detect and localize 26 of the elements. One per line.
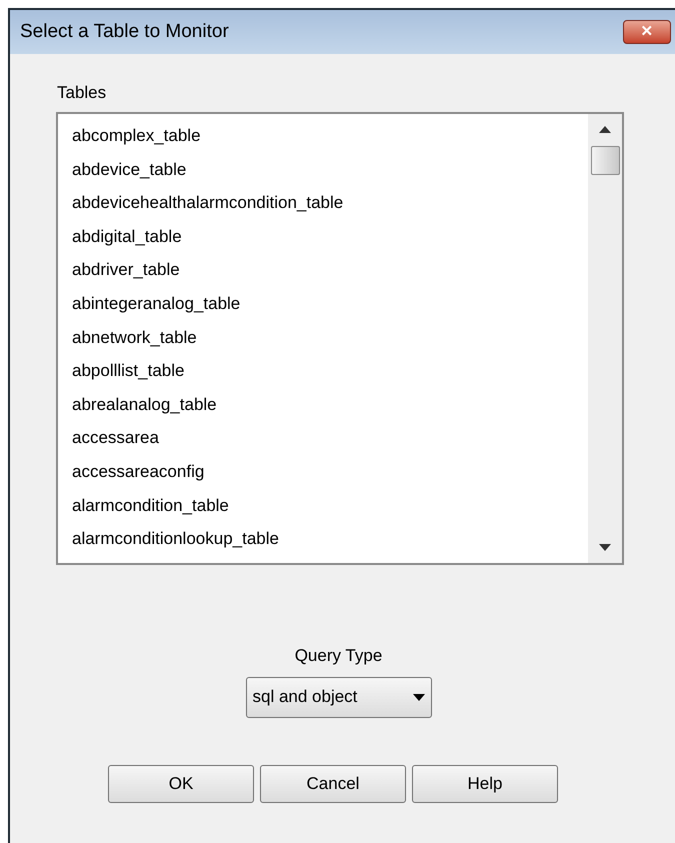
query-type-label: Query Type [294,645,382,667]
dialog-button[interactable]: Cancel [260,764,406,802]
table-list-item[interactable]: abcomplex_table [70,119,588,153]
table-list-item[interactable]: accessareaconfig [70,454,588,489]
table-list-item[interactable]: accessarea [70,421,588,455]
table-list-item[interactable]: alarmcondition_table [70,488,588,522]
scroll-thumb[interactable] [590,146,620,175]
table-list-item[interactable]: abrealanalog_table [70,388,588,422]
dialog-button[interactable]: OK [108,764,254,802]
table-list-item[interactable]: abdigital_table [70,220,588,254]
window-title: Select a Table to Monitor [20,20,229,44]
table-list-item[interactable]: abpolllist_table [70,354,588,388]
caret-icon [412,694,424,700]
scrollbar[interactable] [588,114,622,563]
table-list-item[interactable]: abdevicehealthalarmcondition_table [70,186,588,220]
scroll-up-icon[interactable] [599,126,611,133]
query-type-dropdown[interactable]: sql and object [246,676,432,718]
table-list-item[interactable]: alarmconditionlookup_table [70,522,588,556]
scroll-down-icon[interactable] [599,544,611,551]
dialog-button[interactable]: Help [412,764,558,802]
tables-list[interactable] [56,112,624,565]
table-list-item[interactable]: abnetwork_table [70,320,588,354]
table-list-item[interactable]: abdevice_table [70,152,588,186]
table-list-item[interactable]: abintegeranalog_table [70,286,588,321]
table-list-item[interactable]: abdriver_table [70,253,588,287]
tables-label: Tables [57,83,106,102]
